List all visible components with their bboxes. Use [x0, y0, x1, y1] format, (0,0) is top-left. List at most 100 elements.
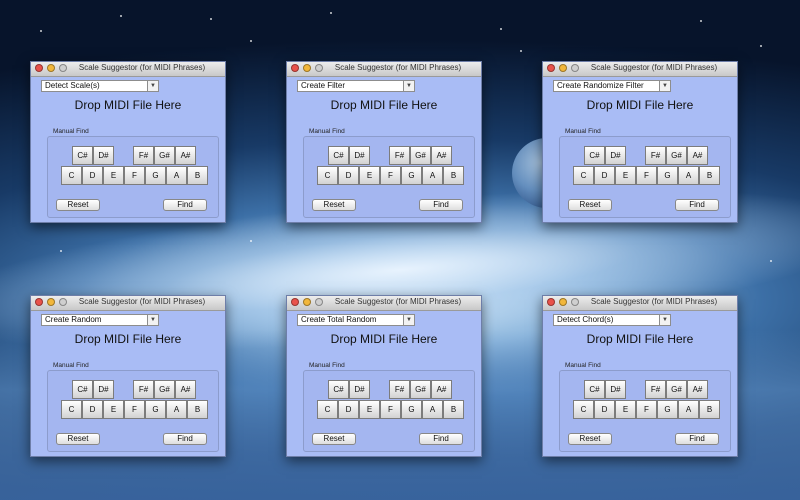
app-window[interactable]: Scale Suggestor (for MIDI Phrases) Detect… — [30, 61, 226, 223]
white-key-button[interactable]: A — [166, 166, 187, 185]
title-bar[interactable]: Scale Suggestor (for MIDI Phrases) — [31, 296, 225, 311]
black-key-button[interactable]: F# — [645, 380, 666, 399]
white-key-button[interactable]: E — [359, 400, 380, 419]
white-key-button[interactable]: B — [699, 400, 720, 419]
black-key-button[interactable]: A# — [687, 380, 708, 399]
black-key-button[interactable]: G# — [410, 146, 431, 165]
black-key-button[interactable]: G# — [666, 380, 687, 399]
white-key-button[interactable]: D — [82, 166, 103, 185]
black-key-button[interactable]: D# — [349, 146, 370, 165]
white-key-button[interactable]: C — [573, 166, 594, 185]
white-key-button[interactable]: E — [103, 166, 124, 185]
black-key-button[interactable]: C# — [584, 146, 605, 165]
white-key-button[interactable]: D — [338, 400, 359, 419]
white-key-button[interactable]: G — [657, 400, 678, 419]
mode-select[interactable]: Detect Chord(s) ▼ — [553, 314, 671, 326]
black-key-button[interactable]: F# — [389, 146, 410, 165]
black-key-button[interactable]: C# — [328, 146, 349, 165]
black-key-button[interactable]: D# — [349, 380, 370, 399]
reset-button[interactable]: Reset — [56, 433, 100, 445]
find-button[interactable]: Find — [419, 199, 463, 211]
find-button[interactable]: Find — [419, 433, 463, 445]
black-key-button[interactable]: G# — [154, 380, 175, 399]
white-key-button[interactable]: C — [573, 400, 594, 419]
white-key-button[interactable]: C — [61, 166, 82, 185]
black-key-button[interactable]: G# — [154, 146, 175, 165]
white-key-button[interactable]: B — [443, 166, 464, 185]
white-key-button[interactable]: A — [678, 166, 699, 185]
white-key-button[interactable]: E — [615, 400, 636, 419]
black-key-button[interactable]: A# — [175, 380, 196, 399]
white-key-button[interactable]: G — [657, 166, 678, 185]
black-key-button[interactable]: G# — [666, 146, 687, 165]
black-key-button[interactable]: F# — [389, 380, 410, 399]
black-key-button[interactable]: A# — [431, 146, 452, 165]
black-key-button[interactable]: F# — [133, 146, 154, 165]
drop-zone-label[interactable]: Drop MIDI File Here — [543, 98, 737, 112]
find-button[interactable]: Find — [163, 199, 207, 211]
white-key-button[interactable]: D — [594, 400, 615, 419]
mode-select[interactable]: Create Total Random ▼ — [297, 314, 415, 326]
white-key-button[interactable]: A — [422, 166, 443, 185]
mode-select[interactable]: Create Filter ▼ — [297, 80, 415, 92]
reset-button[interactable]: Reset — [56, 199, 100, 211]
white-key-button[interactable]: A — [422, 400, 443, 419]
white-key-button[interactable]: F — [636, 166, 657, 185]
black-key-button[interactable]: C# — [72, 380, 93, 399]
drop-zone-label[interactable]: Drop MIDI File Here — [287, 98, 481, 112]
white-key-button[interactable]: E — [615, 166, 636, 185]
white-key-button[interactable]: C — [317, 400, 338, 419]
white-key-button[interactable]: C — [317, 166, 338, 185]
reset-button[interactable]: Reset — [312, 199, 356, 211]
drop-zone-label[interactable]: Drop MIDI File Here — [543, 332, 737, 346]
black-key-button[interactable]: A# — [431, 380, 452, 399]
reset-button[interactable]: Reset — [568, 199, 612, 211]
title-bar[interactable]: Scale Suggestor (for MIDI Phrases) — [543, 296, 737, 311]
app-window[interactable]: Scale Suggestor (for MIDI Phrases) Create… — [30, 295, 226, 457]
white-key-button[interactable]: A — [166, 400, 187, 419]
white-key-button[interactable]: F — [380, 166, 401, 185]
white-key-button[interactable]: C — [61, 400, 82, 419]
white-key-button[interactable]: G — [145, 400, 166, 419]
black-key-button[interactable]: G# — [410, 380, 431, 399]
find-button[interactable]: Find — [675, 433, 719, 445]
black-key-button[interactable]: A# — [687, 146, 708, 165]
white-key-button[interactable]: B — [699, 166, 720, 185]
white-key-button[interactable]: E — [359, 166, 380, 185]
reset-button[interactable]: Reset — [568, 433, 612, 445]
black-key-button[interactable]: D# — [93, 146, 114, 165]
app-window[interactable]: Scale Suggestor (for MIDI Phrases) Create… — [542, 61, 738, 223]
black-key-button[interactable]: F# — [133, 380, 154, 399]
white-key-button[interactable]: G — [401, 166, 422, 185]
black-key-button[interactable]: C# — [328, 380, 349, 399]
find-button[interactable]: Find — [163, 433, 207, 445]
mode-select[interactable]: Detect Scale(s) ▼ — [41, 80, 159, 92]
black-key-button[interactable]: F# — [645, 146, 666, 165]
app-window[interactable]: Scale Suggestor (for MIDI Phrases) Create… — [286, 295, 482, 457]
white-key-button[interactable]: A — [678, 400, 699, 419]
reset-button[interactable]: Reset — [312, 433, 356, 445]
black-key-button[interactable]: D# — [605, 380, 626, 399]
title-bar[interactable]: Scale Suggestor (for MIDI Phrases) — [543, 62, 737, 77]
white-key-button[interactable]: B — [187, 400, 208, 419]
white-key-button[interactable]: G — [401, 400, 422, 419]
mode-select[interactable]: Create Randomize Filter ▼ — [553, 80, 671, 92]
title-bar[interactable]: Scale Suggestor (for MIDI Phrases) — [287, 296, 481, 311]
drop-zone-label[interactable]: Drop MIDI File Here — [31, 332, 225, 346]
white-key-button[interactable]: F — [124, 166, 145, 185]
white-key-button[interactable]: B — [443, 400, 464, 419]
white-key-button[interactable]: F — [636, 400, 657, 419]
black-key-button[interactable]: C# — [72, 146, 93, 165]
white-key-button[interactable]: F — [380, 400, 401, 419]
app-window[interactable]: Scale Suggestor (for MIDI Phrases) Create… — [286, 61, 482, 223]
mode-select[interactable]: Create Random ▼ — [41, 314, 159, 326]
white-key-button[interactable]: B — [187, 166, 208, 185]
find-button[interactable]: Find — [675, 199, 719, 211]
white-key-button[interactable]: D — [338, 166, 359, 185]
drop-zone-label[interactable]: Drop MIDI File Here — [287, 332, 481, 346]
white-key-button[interactable]: F — [124, 400, 145, 419]
white-key-button[interactable]: D — [82, 400, 103, 419]
black-key-button[interactable]: D# — [605, 146, 626, 165]
black-key-button[interactable]: D# — [93, 380, 114, 399]
black-key-button[interactable]: A# — [175, 146, 196, 165]
